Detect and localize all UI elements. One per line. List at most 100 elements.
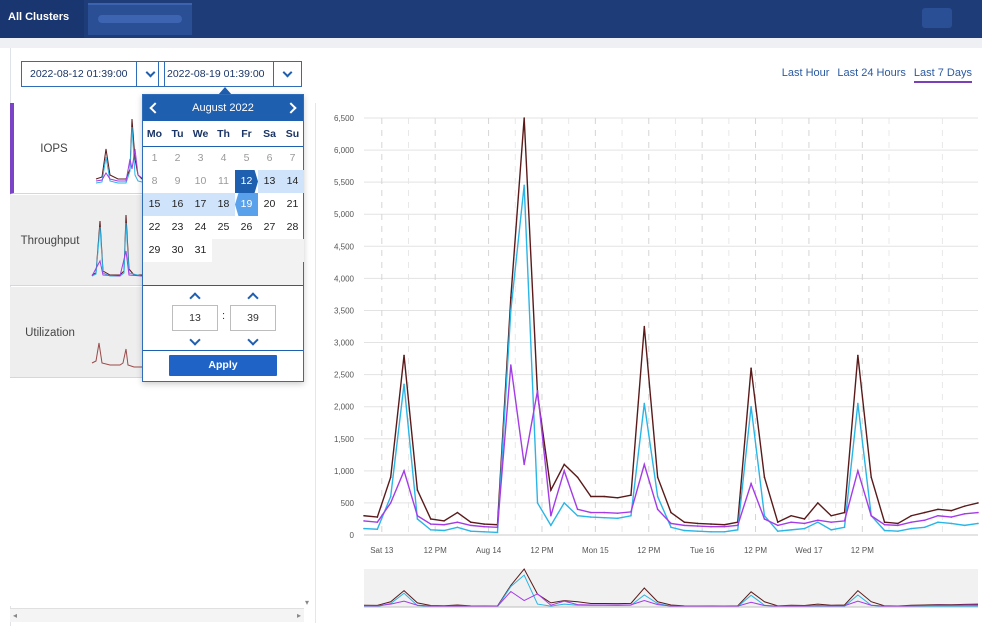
series-1-point	[429, 529, 432, 531]
chevron-down-icon	[282, 67, 292, 77]
series-2-point	[977, 511, 979, 514]
calendar-day-25[interactable]: 25	[212, 216, 235, 239]
series-1-point	[736, 529, 739, 531]
series-0-point	[630, 494, 632, 497]
series-1-point	[363, 527, 365, 530]
series-0-point	[897, 522, 899, 525]
calendar-day-21[interactable]: 21	[281, 193, 304, 216]
calendar-month-label: August 2022	[192, 102, 254, 114]
series-0-point	[403, 354, 405, 357]
series-0-point	[696, 522, 699, 525]
scroll-right-icon[interactable]: ▸	[297, 611, 301, 620]
series-2-point	[550, 514, 552, 517]
series-2-point	[616, 512, 619, 514]
series-1-point	[883, 529, 886, 532]
calendar-day-20[interactable]: 20	[258, 193, 281, 216]
calendar-day-29[interactable]: 29	[143, 239, 166, 262]
minute-down-icon[interactable]	[247, 334, 259, 346]
weekday-label: Sa	[263, 127, 276, 140]
calendar-day-30[interactable]: 30	[166, 239, 189, 262]
series-1-point	[469, 530, 472, 532]
calendar-day-13[interactable]: 13	[258, 170, 281, 193]
series-0-point	[456, 511, 459, 514]
calendar-day-24[interactable]: 24	[189, 216, 212, 239]
minute-input[interactable]: 39	[230, 305, 276, 331]
series-1-point	[910, 527, 913, 530]
hour-input[interactable]: 13	[172, 305, 218, 331]
y-tick-label: 2,000	[334, 403, 355, 412]
calendar-day-23[interactable]: 23	[166, 216, 189, 239]
series-0-point	[616, 496, 619, 499]
calendar-day-12[interactable]: 12	[235, 170, 258, 193]
series-2-point	[750, 482, 752, 485]
calendar-day-4: 4	[220, 152, 227, 164]
calendar-day-17[interactable]: 17	[189, 193, 212, 216]
calendar-day-18[interactable]: 18	[212, 193, 235, 216]
next-month-icon[interactable]	[285, 102, 297, 114]
series-0-point	[523, 117, 525, 119]
time-selector: 13 : 39	[143, 286, 303, 350]
end-date-value[interactable]: 2022-08-19 01:39:00	[159, 62, 274, 86]
weekday-label: Fr	[241, 127, 252, 140]
series-line-0	[363, 117, 979, 526]
end-date-picker[interactable]: 2022-08-19 01:39:00	[158, 61, 302, 87]
calendar-day-19[interactable]: 19	[235, 193, 258, 216]
user-menu-redacted[interactable]	[922, 8, 952, 28]
series-2-point	[656, 508, 659, 511]
calendar-day-31[interactable]: 31	[189, 239, 212, 262]
tab-cluster-redacted[interactable]	[88, 3, 192, 35]
series-2-point	[510, 364, 512, 366]
x-tick-label: Aug 14	[476, 546, 502, 555]
calendar-day-26[interactable]: 26	[235, 216, 258, 239]
last-7-days-link[interactable]: Last 7 Days	[913, 67, 972, 83]
series-0-point	[443, 520, 445, 522]
series-1-point	[376, 528, 379, 531]
series-1-point	[897, 530, 899, 532]
tab-all-clusters-view[interactable]: All Clusters View	[0, 0, 84, 57]
y-tick-label: 2,500	[334, 371, 355, 380]
calendar-day-14[interactable]: 14	[281, 170, 304, 193]
y-tick-label: 1,000	[334, 467, 355, 476]
weekday-label: Mo	[146, 127, 163, 140]
start-date-picker[interactable]: 2022-08-12 01:39:00	[21, 61, 165, 87]
start-date-value[interactable]: 2022-08-12 01:39:00	[22, 62, 137, 86]
series-1-point	[403, 383, 405, 386]
hour-down-icon[interactable]	[189, 334, 201, 346]
redacted-tab-label	[98, 15, 182, 23]
last-hour-link[interactable]: Last Hour	[782, 67, 830, 83]
scroll-down-icon[interactable]: ▾	[305, 598, 309, 607]
series-2-point	[923, 519, 926, 522]
x-tick-label: Wed 17	[795, 546, 823, 555]
end-date-dropdown-button[interactable]	[274, 62, 301, 86]
calendar-day-28[interactable]: 28	[281, 216, 304, 239]
calendar-day-22[interactable]: 22	[143, 216, 166, 239]
y-tick-label: 0	[350, 531, 355, 540]
apply-button[interactable]: Apply	[169, 355, 277, 376]
last-24-hours-link[interactable]: Last 24 Hours	[837, 67, 905, 83]
series-1-point	[937, 521, 939, 523]
hour-up-icon[interactable]	[189, 292, 201, 304]
series-1-point	[603, 516, 606, 519]
series-2-point	[523, 463, 525, 466]
calendar-empty-cell	[235, 239, 258, 262]
series-0-point	[416, 489, 419, 491]
minute-up-icon[interactable]	[247, 292, 259, 304]
series-1-point	[523, 184, 525, 187]
series-0-point	[910, 514, 913, 517]
calendar-day-15[interactable]: 15	[143, 193, 166, 216]
series-1-point	[443, 529, 445, 532]
scroll-left-icon[interactable]: ◂	[13, 611, 17, 620]
calendar-day-27[interactable]: 27	[258, 216, 281, 239]
series-1-point	[790, 529, 792, 531]
series-0-point	[950, 509, 953, 512]
horizontal-scrollbar[interactable]: ◂ ▸	[10, 608, 304, 622]
calendar-day-16[interactable]: 16	[166, 193, 189, 216]
x-tick-label: Tue 16	[690, 546, 715, 555]
series-2-point	[857, 470, 859, 472]
prev-month-icon[interactable]	[149, 102, 161, 114]
series-1-point	[830, 529, 832, 531]
calendar-day-7: 7	[289, 152, 296, 164]
top-header: All Clusters View	[0, 0, 982, 57]
weekday-label: Tu	[171, 127, 184, 140]
series-2-point	[710, 525, 712, 528]
